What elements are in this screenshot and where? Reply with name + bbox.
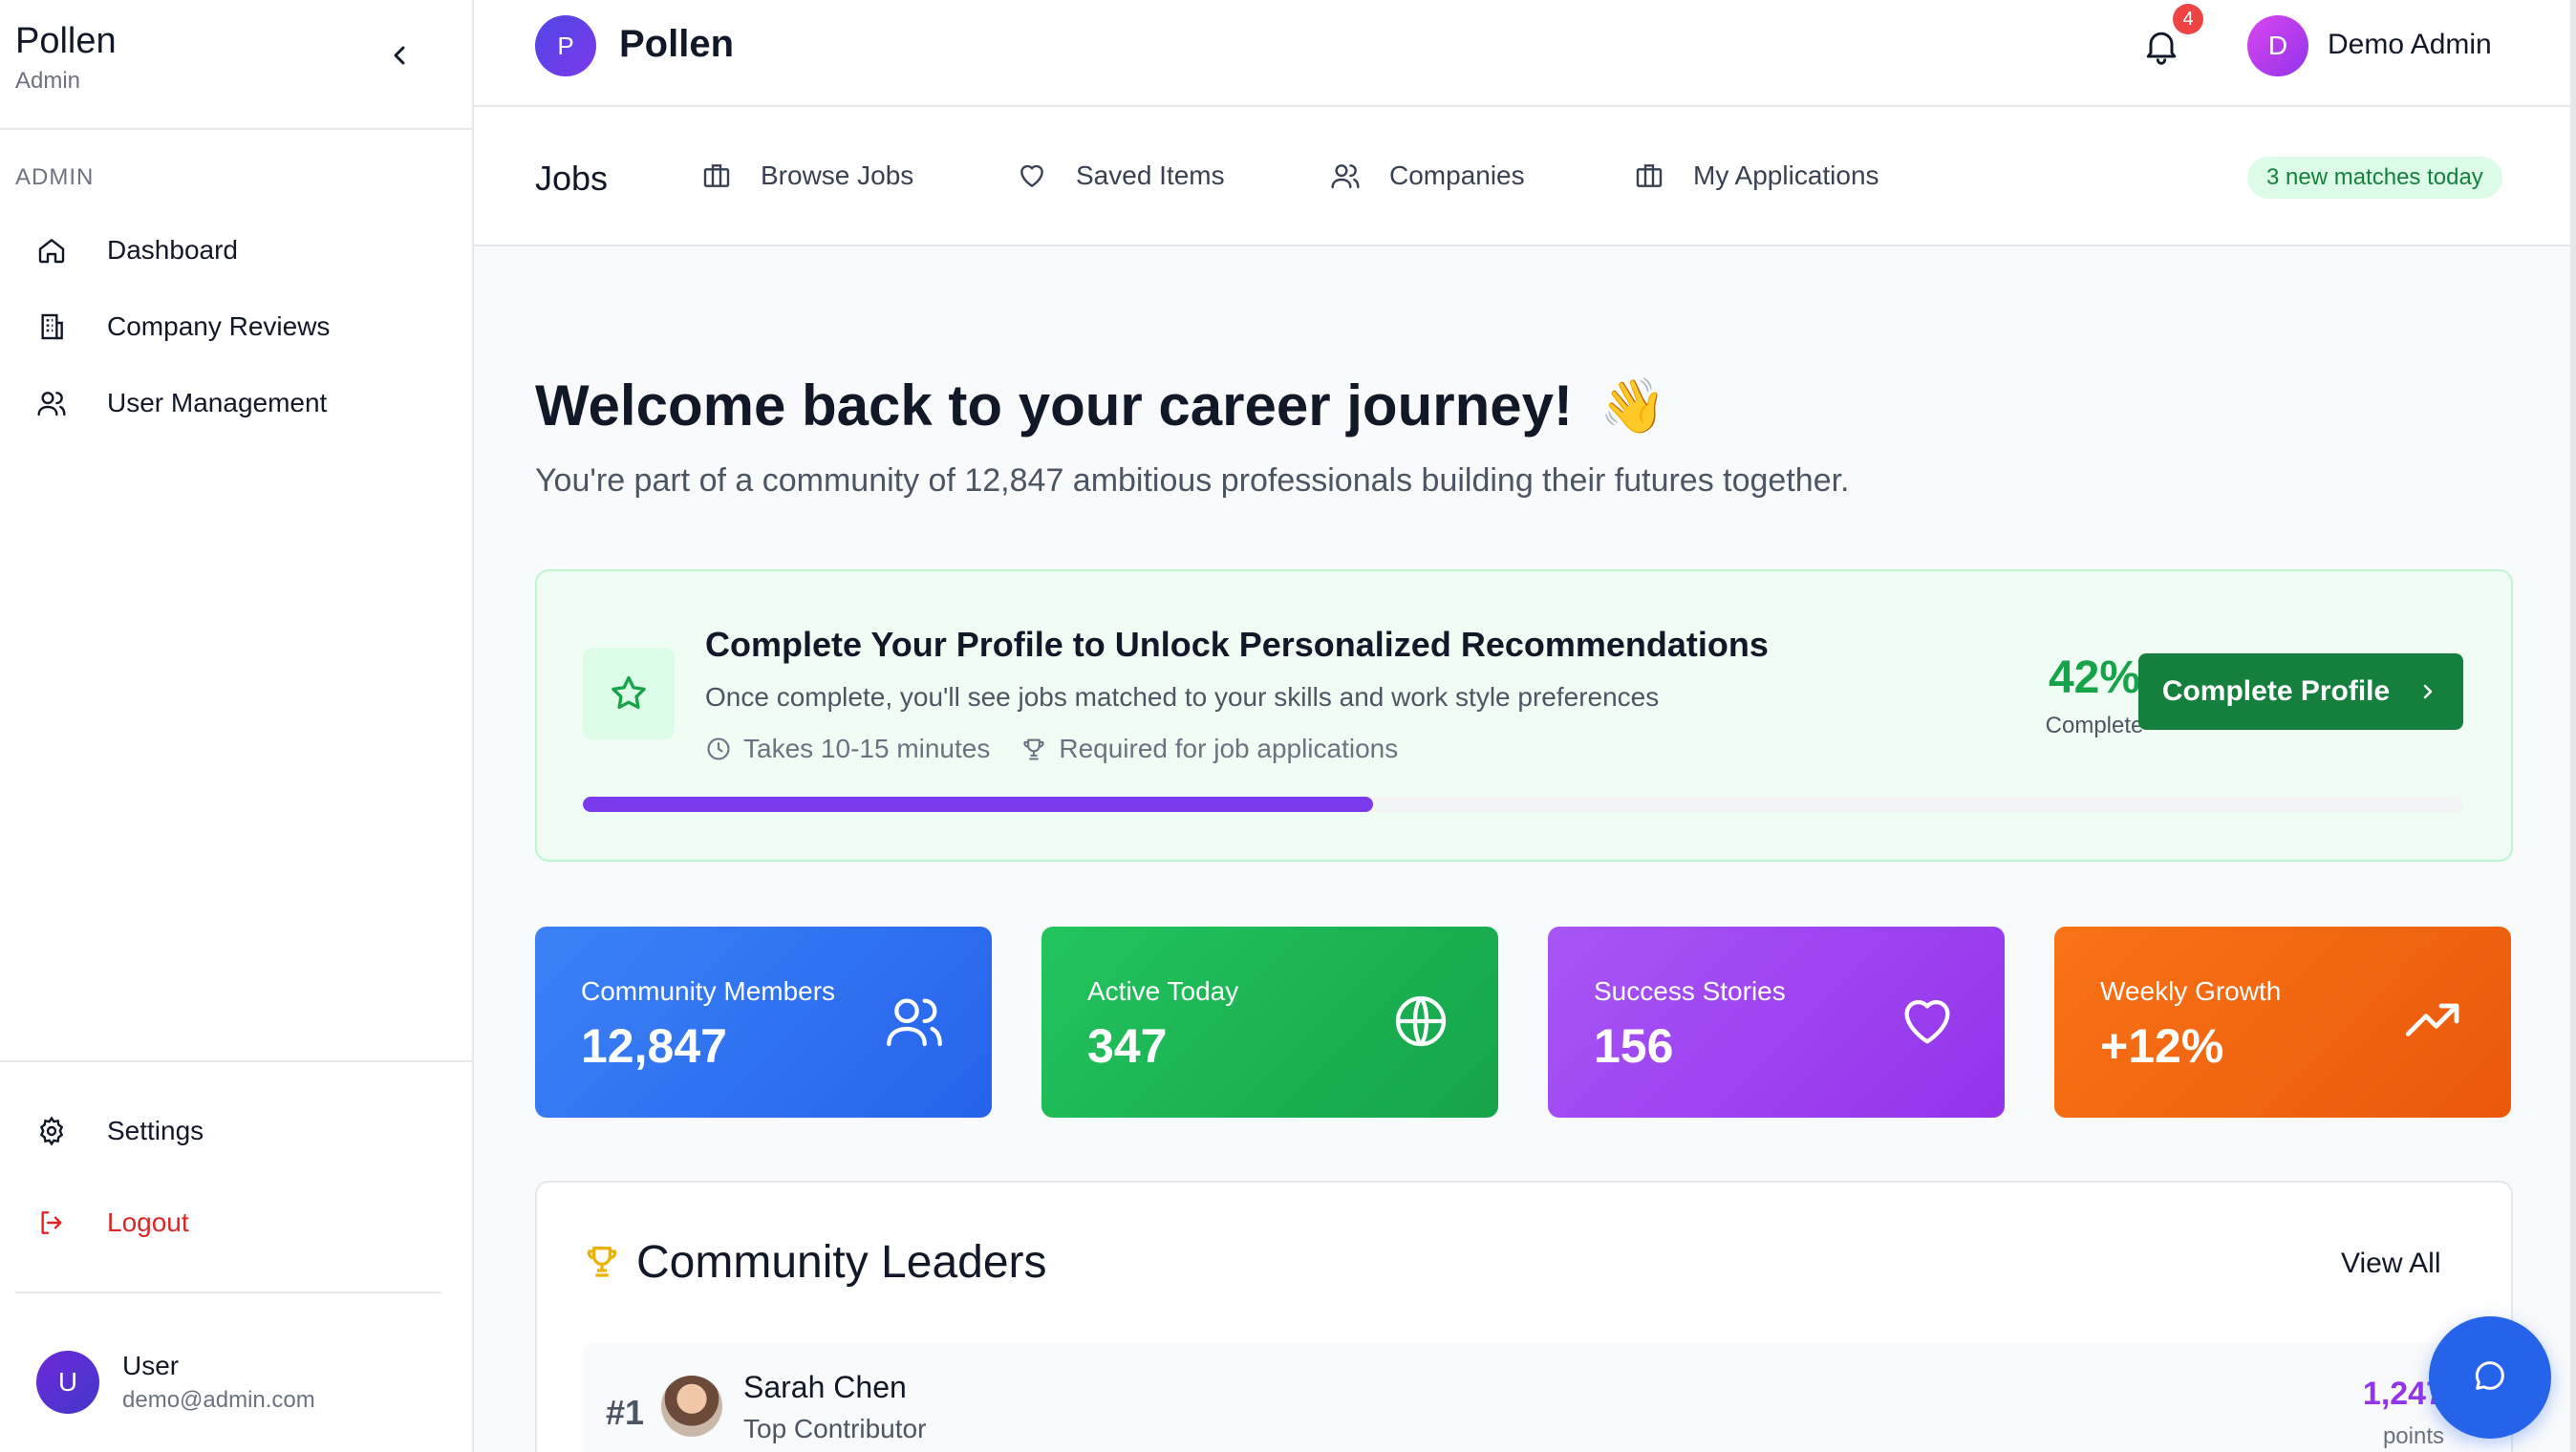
users-icon xyxy=(883,990,946,1053)
trophy-icon xyxy=(1020,735,1049,763)
logo-icon: P xyxy=(535,15,596,76)
sidebar-divider xyxy=(15,1292,441,1293)
nav-saved-items[interactable]: Saved Items xyxy=(1015,159,1225,193)
community-leaders-card: Community Leaders View All #1 Sarah Chen… xyxy=(535,1181,2513,1452)
stat-value: 12,847 xyxy=(581,1019,727,1073)
time-estimate: Takes 10-15 minutes xyxy=(743,734,991,763)
stat-label: Success Stories xyxy=(1594,976,1786,1006)
heart-icon xyxy=(1015,159,1049,193)
sidebar-role: Admin xyxy=(15,68,81,94)
admin-name[interactable]: Demo Admin xyxy=(2328,29,2492,61)
sidebar-item-company-reviews[interactable]: Company Reviews xyxy=(34,308,330,346)
gear-icon xyxy=(34,1114,69,1148)
button-label: Complete Profile xyxy=(2161,675,2391,707)
sidebar-header: Pollen Admin xyxy=(0,0,472,130)
stat-value: +12% xyxy=(2100,1019,2224,1073)
leader-name: Sarah Chen xyxy=(743,1370,907,1404)
users-icon xyxy=(1328,159,1363,193)
nav-label: Saved Items xyxy=(1076,160,1225,190)
sidebar-item-dashboard[interactable]: Dashboard xyxy=(34,231,238,269)
chat-icon xyxy=(2471,1356,2509,1399)
jobs-nav: Jobs Browse Jobs Saved Items Companies M… xyxy=(474,107,2576,246)
heart-icon xyxy=(1896,990,1959,1053)
page-title: Welcome back to your career journey! 👋 xyxy=(535,373,1666,438)
jobs-title: Jobs xyxy=(535,159,609,198)
trophy-icon xyxy=(583,1242,621,1280)
stat-label: Active Today xyxy=(1087,976,1239,1006)
wave-emoji: 👋 xyxy=(1599,374,1666,436)
stat-card-weekly-growth: Weekly Growth +12% xyxy=(2054,927,2511,1118)
briefcase-icon xyxy=(1632,159,1666,193)
profile-card-meta: Takes 10-15 minutes Required for job app… xyxy=(705,734,1398,764)
building-icon xyxy=(34,310,69,344)
nav-label: Browse Jobs xyxy=(761,160,914,190)
sidebar-item-user-management[interactable]: User Management xyxy=(34,384,327,422)
home-icon xyxy=(34,233,69,267)
view-all-link[interactable]: View All xyxy=(2341,1248,2441,1280)
sidebar-divider xyxy=(0,1060,472,1062)
top-header: P Pollen 4 D Demo Admin xyxy=(474,0,2576,107)
profile-completion-card: Complete Your Profile to Unlock Personal… xyxy=(535,569,2513,862)
profile-progress-fill xyxy=(583,797,1373,812)
leader-role: Top Contributor xyxy=(743,1414,927,1443)
welcome-subtitle: You're part of a community of 12,847 amb… xyxy=(535,462,1850,499)
star-icon xyxy=(583,648,675,739)
nav-companies[interactable]: Companies xyxy=(1328,159,1525,193)
nav-browse-jobs[interactable]: Browse Jobs xyxy=(699,159,913,193)
nav-label: Companies xyxy=(1389,160,1525,190)
nav-my-applications[interactable]: My Applications xyxy=(1632,159,1879,193)
required-note: Required for job applications xyxy=(1059,734,1399,763)
sidebar-item-settings[interactable]: Settings xyxy=(34,1112,204,1150)
scrollbar[interactable] xyxy=(2570,0,2576,1452)
nav-label: My Applications xyxy=(1693,160,1879,190)
leaders-title: Community Leaders xyxy=(636,1237,1047,1288)
stat-label: Community Members xyxy=(581,976,836,1006)
sidebar-section-label: ADMIN xyxy=(15,164,95,190)
stat-card-active-today: Active Today 347 xyxy=(1041,927,1498,1118)
sidebar: Pollen Admin ADMIN Dashboard Company Rev… xyxy=(0,0,474,1452)
chevron-left-icon[interactable] xyxy=(384,40,415,71)
user-email: demo@admin.com xyxy=(122,1387,315,1413)
stat-label: Weekly Growth xyxy=(2100,976,2282,1006)
sidebar-item-label: User Management xyxy=(107,388,328,417)
stat-card-community-members: Community Members 12,847 xyxy=(535,927,992,1118)
clock-icon xyxy=(705,735,734,763)
sidebar-item-label: Dashboard xyxy=(107,235,238,265)
sidebar-item-label: Settings xyxy=(107,1116,204,1145)
profile-card-subtitle: Once complete, you'll see jobs matched t… xyxy=(705,682,1660,712)
sidebar-user[interactable]: U User demo@admin.com xyxy=(36,1351,315,1414)
avatar[interactable]: D xyxy=(2247,15,2308,76)
chevron-right-icon xyxy=(2416,680,2439,703)
logout-icon xyxy=(34,1206,69,1240)
sidebar-item-label: Logout xyxy=(107,1207,189,1237)
trending-up-icon xyxy=(2402,990,2465,1053)
bell-icon[interactable] xyxy=(2140,25,2182,67)
app-title: Pollen xyxy=(619,23,735,65)
user-name: User xyxy=(122,1351,180,1380)
stat-value: 347 xyxy=(1087,1019,1168,1073)
sidebar-item-label: Company Reviews xyxy=(107,311,331,341)
complete-profile-button[interactable]: Complete Profile xyxy=(2138,653,2463,730)
matches-badge: 3 new matches today xyxy=(2247,157,2502,199)
notification-badge: 4 xyxy=(2173,4,2203,34)
profile-card-title: Complete Your Profile to Unlock Personal… xyxy=(705,625,1769,664)
leader-rank: #1 xyxy=(606,1393,645,1432)
chat-button[interactable] xyxy=(2429,1316,2551,1439)
stat-value: 156 xyxy=(1594,1019,1674,1073)
briefcase-icon xyxy=(699,159,734,193)
list-item[interactable]: #1 Sarah Chen Top Contributor 1,247 poin… xyxy=(583,1343,2469,1452)
avatar xyxy=(661,1376,722,1437)
globe-icon xyxy=(1389,990,1452,1053)
welcome-title: Welcome back to your career journey! xyxy=(535,374,1573,438)
main-content: Welcome back to your career journey! 👋 Y… xyxy=(474,246,2576,1452)
sidebar-item-logout[interactable]: Logout xyxy=(34,1204,189,1242)
users-icon xyxy=(34,386,69,420)
leader-points-label: points xyxy=(2382,1423,2444,1449)
stat-card-success-stories: Success Stories 156 xyxy=(1548,927,2005,1118)
profile-progress-bar xyxy=(583,797,2463,812)
avatar: U xyxy=(36,1351,99,1414)
